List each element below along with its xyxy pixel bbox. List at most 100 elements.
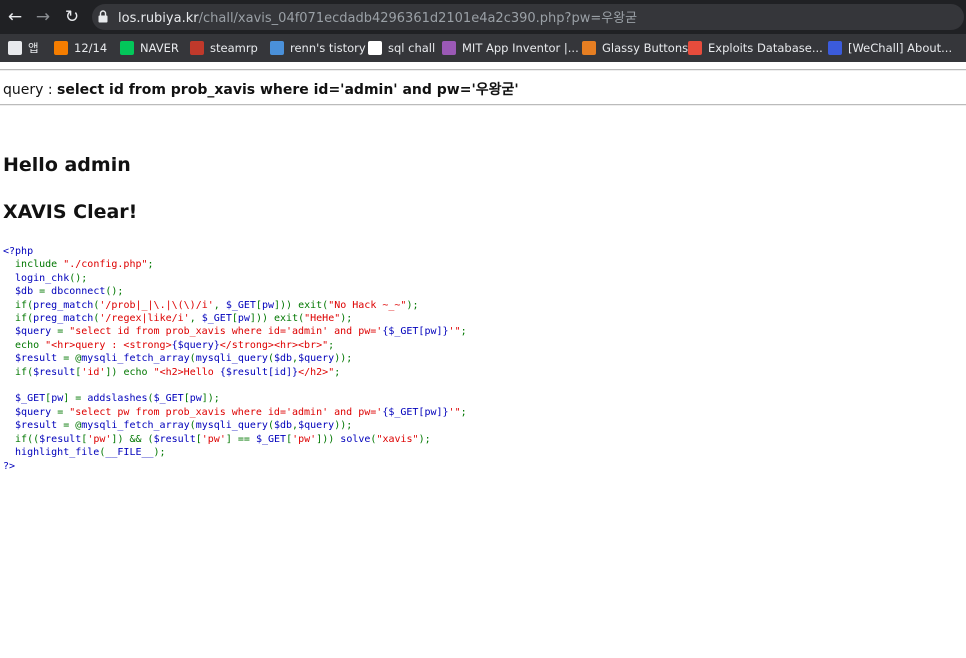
- code-token: ])): [316, 433, 341, 445]
- code-token: "./config.php": [63, 259, 148, 271]
- reload-icon: ↻: [64, 7, 80, 27]
- code-line: $result = @mysqli_fetch_array(mysqli_que…: [3, 352, 467, 365]
- code-token: $_GET: [225, 299, 256, 311]
- code-token: $query: [3, 406, 58, 418]
- code-token: ])) exit(: [274, 299, 329, 311]
- code-token: ;: [328, 339, 335, 351]
- bookmark-item[interactable]: 앱: [8, 39, 39, 57]
- code-token: <?php: [3, 246, 34, 257]
- code-token: = @: [63, 420, 82, 432]
- code-token: "HeHe": [304, 313, 341, 325]
- code-token: $result: [39, 433, 82, 445]
- source-code: <?php include "./config.php"; login_chk(…: [3, 245, 467, 473]
- code-token: ]) echo: [105, 366, 154, 378]
- bookmark-item[interactable]: renn's tistory: [270, 39, 366, 57]
- code-token: if: [3, 313, 28, 325]
- code-token: mysqli_query: [195, 353, 268, 365]
- code-line: echo "<hr>query : <strong>{$query}</stro…: [3, 339, 467, 352]
- code-token: login_chk: [3, 272, 70, 284]
- tistory-icon: [270, 41, 284, 55]
- code-token: $result: [33, 366, 76, 378]
- code-token: mysqli_query: [195, 420, 268, 432]
- query-line: query : select id from prob_xavis where …: [3, 79, 519, 99]
- code-token: '": [448, 406, 461, 418]
- code-line: <?php: [3, 245, 467, 258]
- url-path: /chall/xavis_04f071ecdadb4296361d2101e4a…: [198, 11, 638, 26]
- url-host: los.rubiya.kr: [118, 11, 199, 26]
- code-token: $_GET: [153, 393, 184, 405]
- code-line: if(preg_match('/regex|like/i', $_GET[pw]…: [3, 312, 467, 325]
- url-text[interactable]: los.rubiya.kr/chall/xavis_04f071ecdadb42…: [118, 7, 637, 26]
- code-token: =: [57, 326, 70, 338]
- forward-button[interactable]: →: [34, 8, 52, 26]
- bookmark-item[interactable]: sql chall: [368, 39, 435, 57]
- code-token: $_GET: [3, 393, 46, 405]
- code-token: '/regex|like/i': [99, 313, 190, 325]
- code-token: 'pw': [87, 433, 112, 445]
- code-token: $query: [3, 326, 58, 338]
- code-token: "select pw from prob_xavis where id='adm…: [69, 406, 383, 418]
- code-token: mysqli_fetch_array: [81, 420, 190, 432]
- hello-heading: Hello admin: [3, 154, 131, 176]
- wechall-icon: [828, 41, 842, 55]
- code-token: {$_GET[pw]}: [382, 406, 449, 418]
- code-token: $db: [3, 286, 40, 298]
- code-token: 'id': [81, 366, 106, 378]
- page-content: query : select id from prob_xavis where …: [0, 62, 966, 658]
- code-line: login_chk();: [3, 272, 467, 285]
- code-token: ();: [105, 286, 124, 298]
- code-line: $query = "select id from prob_xavis wher…: [3, 325, 467, 338]
- divider: [0, 69, 966, 71]
- back-button[interactable]: ←: [6, 8, 24, 26]
- bookmark-item[interactable]: Glassy Buttons: [582, 39, 688, 57]
- code-token: pw: [261, 299, 274, 311]
- bookmark-label: 12/14: [74, 41, 108, 55]
- code-line: include "./config.php";: [3, 258, 467, 271]
- code-token: ));: [334, 353, 353, 365]
- code-token: ])) exit(: [249, 313, 305, 325]
- code-token: ;: [460, 406, 467, 418]
- code-token: 'pw': [201, 433, 226, 445]
- code-token: highlight_file: [3, 447, 100, 459]
- reload-button[interactable]: ↻: [63, 8, 81, 26]
- bookmark-label: 앱: [28, 41, 39, 55]
- code-token: $_GET: [201, 313, 232, 325]
- code-line: if($result['id']) echo "<h2>Hello {$resu…: [3, 366, 467, 379]
- bookmark-item[interactable]: [WeChall] About...: [828, 39, 952, 57]
- code-token: $result: [3, 420, 64, 432]
- code-token: '/prob|_|\.|\(\)/i': [99, 299, 214, 311]
- bookmark-item[interactable]: steamrp: [190, 39, 258, 57]
- code-token: $db: [273, 353, 293, 365]
- bookmark-label: steamrp: [210, 41, 258, 55]
- bookmark-item[interactable]: 12/14: [54, 39, 107, 57]
- code-line: if(($result['pw']) && ($result['pw'] == …: [3, 433, 467, 446]
- code-token: echo: [3, 339, 46, 351]
- code-token: {$_GET[pw]}: [382, 326, 449, 338]
- code-line: highlight_file(__FILE__);: [3, 446, 467, 459]
- code-token: ,: [213, 299, 226, 311]
- forward-arrow-icon: →: [35, 7, 51, 27]
- bookmark-item[interactable]: Exploits Database...: [688, 39, 823, 57]
- code-line: $_GET[pw] = addslashes($_GET[pw]);: [3, 392, 467, 405]
- bookmark-item[interactable]: NAVER: [120, 39, 179, 57]
- bookmark-item[interactable]: MIT App Inventor |...: [442, 39, 579, 57]
- code-token: 'pw': [292, 433, 317, 445]
- bookmark-label: Glassy Buttons: [602, 41, 689, 55]
- code-token: dbconnect: [51, 286, 106, 298]
- steam-icon: [190, 41, 204, 55]
- code-token: ));: [334, 420, 353, 432]
- browser-toolbar: ← → ↻ los.rubiya.kr/chall/xavis_04f071ec…: [0, 0, 966, 34]
- code-line: $db = dbconnect();: [3, 285, 467, 298]
- code-token: $_GET: [255, 433, 287, 445]
- back-arrow-icon: ←: [7, 7, 23, 27]
- code-token: $result: [3, 353, 64, 365]
- code-token: pw: [237, 313, 250, 325]
- code-token: pw: [51, 393, 64, 405]
- code-token: pw: [189, 393, 202, 405]
- code-token: "<hr>query : <strong>: [45, 339, 172, 351]
- code-line: $query = "select pw from prob_xavis wher…: [3, 406, 467, 419]
- code-token: );: [418, 433, 431, 445]
- code-token: ]);: [201, 393, 220, 405]
- glassy-buttons-icon: [582, 41, 596, 55]
